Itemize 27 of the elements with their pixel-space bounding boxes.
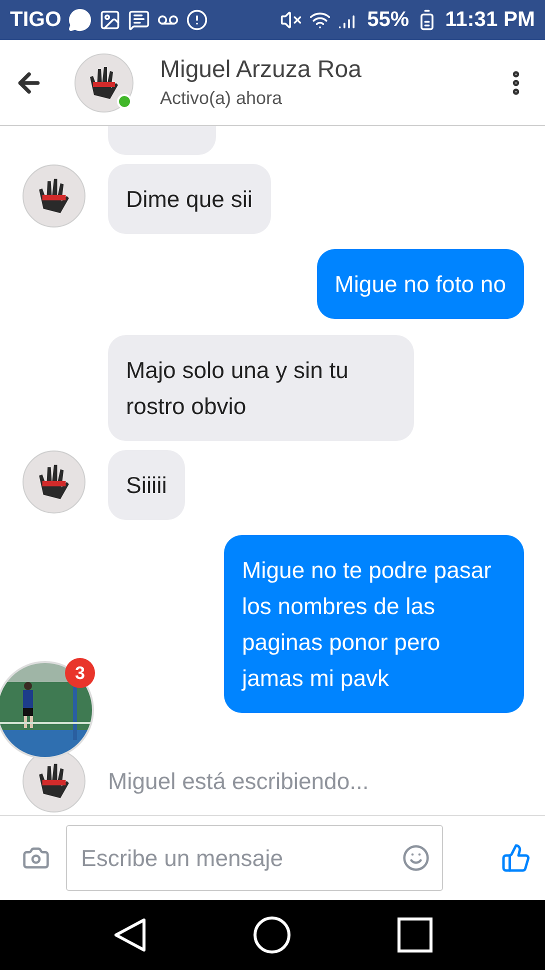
recents-icon[interactable] (396, 917, 433, 953)
message-icon (128, 9, 150, 31)
image-icon (99, 9, 122, 31)
battery-percent: 55% (367, 8, 410, 32)
avatar (22, 450, 86, 514)
message-bubble: Migue no foto no (316, 249, 524, 319)
avatar (74, 52, 134, 112)
back-icon[interactable] (112, 917, 148, 953)
message-input[interactable]: Escribe un mensaje (79, 844, 402, 872)
message-field[interactable]: Escribe un mensaje (66, 825, 443, 891)
message-bubble: Majo solo una y sin tu rostro obvio (108, 335, 414, 441)
home-icon[interactable] (252, 915, 292, 955)
active-status: Activo(a) ahora (160, 88, 284, 109)
like-icon[interactable] (501, 843, 531, 873)
clock-time: 11:31 PM (445, 8, 535, 32)
carrier-name: TIGO (10, 8, 62, 32)
chat-bubble-icon (68, 8, 92, 32)
unread-badge: 3 (65, 658, 95, 688)
alert-icon (186, 9, 208, 31)
message-bubble: Migue no te podre pasar los nombres de las paginas ponor pero jamas mi pavk (224, 535, 524, 713)
message-bubble: Siiiii (108, 450, 185, 520)
mute-icon (280, 9, 302, 31)
message-bubble: Dime que sii (108, 164, 271, 234)
avatar (22, 164, 86, 228)
emoji-icon[interactable] (402, 844, 430, 872)
typing-indicator: Miguel está escribiendo... (108, 768, 369, 794)
contact-name: Miguel Arzuza Roa (160, 56, 362, 84)
